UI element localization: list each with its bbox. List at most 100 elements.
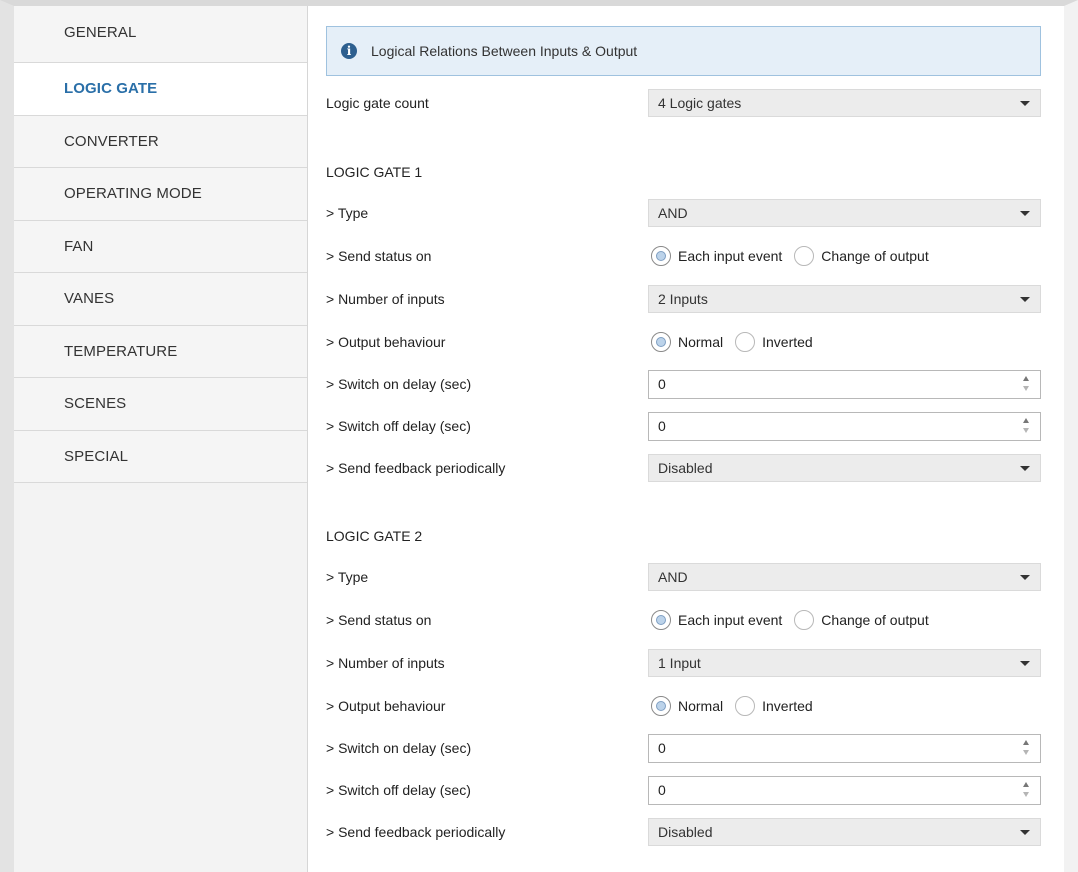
gate-1-feedback-select[interactable]: Disabled [648,454,1041,482]
gate-1-inputs-row: > Number of inputs 2 Inputs [326,284,1041,314]
gate-2-on-delay-label: > Switch on delay (sec) [326,740,472,756]
gate-2-radio-each-input-event[interactable] [651,610,671,630]
gate-1-send-status-row: > Send status on Each input event Change… [326,241,1041,271]
spin-up-icon[interactable] [1023,739,1029,745]
gate-2-radio-inverted[interactable] [735,696,756,716]
gate-1-feedback-value: Disabled [658,460,713,476]
spin-up-icon[interactable] [1023,417,1029,423]
chevron-down-icon [1020,661,1030,666]
gate-1-output-row: > Output behaviour Normal Inverted [326,327,1041,357]
gate-2-on-delay-value: 0 [658,740,666,756]
spin-up-icon[interactable] [1023,375,1029,381]
sidebar-item-converter[interactable]: CONVERTER [14,115,307,168]
gate-1-send-status-radio-group: Each input event Change of output [651,246,941,266]
spinner-arrows-icon[interactable] [1023,375,1031,394]
gate-2-header-row: LOGIC GATE 2 [326,521,1041,551]
chevron-down-icon [1020,211,1030,216]
sidebar-item-fan[interactable]: FAN [14,220,307,273]
gate-2-inputs-select[interactable]: 1 Input [648,649,1041,677]
gate-count-label: Logic gate count [326,95,429,111]
gate-2-output-row: > Output behaviour Normal Inverted [326,691,1041,721]
sidebar-item-logic-gate[interactable]: LOGIC GATE [14,63,307,116]
spin-down-icon[interactable] [1023,385,1029,391]
gate-1-radio-inverted[interactable] [735,332,756,352]
gate-2-type-row: > Type AND [326,562,1041,592]
gate-1-send-status-label: > Send status on [326,248,432,264]
gate-2-off-delay-input[interactable]: 0 [648,775,1041,805]
gate-1-off-delay-input[interactable]: 0 [648,411,1041,441]
spin-down-icon[interactable] [1023,427,1029,433]
gate-1-type-row: > Type AND [326,198,1041,228]
gate-1-radio-normal-label: Normal [678,334,724,350]
gate-1-feedback-label: > Send feedback periodically [326,460,506,476]
gate-2-radio-change-of-output-label: Change of output [821,612,929,628]
gate-count-value: 4 Logic gates [658,95,742,111]
gate-1-off-delay-label: > Switch off delay (sec) [326,418,471,434]
spinner-arrows-icon[interactable] [1023,781,1031,800]
gate-1-on-delay-label: > Switch on delay (sec) [326,376,472,392]
spin-down-icon[interactable] [1023,749,1029,755]
sidebar-item-scenes[interactable]: SCENES [14,378,307,431]
gate-1-feedback-row: > Send feedback periodically Disabled [326,453,1041,483]
sidebar-item-operating-mode[interactable]: OPERATING MODE [14,168,307,221]
gate-1-radio-normal[interactable] [651,332,671,352]
spin-down-icon[interactable] [1023,791,1029,797]
gate-1-radio-change-of-output[interactable] [794,246,815,266]
gate-1-type-label: > Type [326,205,369,221]
chevron-down-icon [1020,575,1030,580]
gate-2-off-delay-label: > Switch off delay (sec) [326,782,471,798]
gate-2-off-delay-value: 0 [658,782,666,798]
info-icon: i [341,43,357,59]
gate-2-on-delay-row: > Switch on delay (sec) 0 [326,733,1041,763]
gate-1-radio-change-of-output-label: Change of output [821,248,929,264]
gate-1-inputs-select[interactable]: 2 Inputs [648,285,1041,313]
sidebar: GENERAL LOGIC GATE CONVERTER OPERATING M… [14,6,308,872]
gate-1-radio-each-input-event[interactable] [651,246,671,266]
spin-up-icon[interactable] [1023,781,1029,787]
gate-2-radio-normal[interactable] [651,696,671,716]
gate-2-output-radio-group: Normal Inverted [651,696,825,716]
spinner-arrows-icon[interactable] [1023,739,1031,758]
gate-2-feedback-value: Disabled [658,824,713,840]
gate-count-select[interactable]: 4 Logic gates [648,89,1041,117]
chevron-down-icon [1020,297,1030,302]
gate-2-on-delay-input[interactable]: 0 [648,733,1041,763]
gate-2-inputs-label: > Number of inputs [326,655,445,671]
gate-2-radio-normal-label: Normal [678,698,724,714]
gate-1-radio-inverted-label: Inverted [762,334,813,350]
gate-1-type-value: AND [658,205,688,221]
gate-1-radio-each-input-event-label: Each input event [678,248,783,264]
chevron-down-icon [1020,101,1030,106]
gate-1-output-label: > Output behaviour [326,334,446,350]
gate-2-feedback-select[interactable]: Disabled [648,818,1041,846]
gate-1-header-row: LOGIC GATE 1 [326,157,1041,187]
gate-2-title: LOGIC GATE 2 [326,528,423,544]
sidebar-item-vanes[interactable]: VANES [14,273,307,326]
gate-2-type-select[interactable]: AND [648,563,1041,591]
gate-2-radio-inverted-label: Inverted [762,698,813,714]
chevron-down-icon [1020,830,1030,835]
gate-2-off-delay-row: > Switch off delay (sec) 0 [326,775,1041,805]
gate-1-off-delay-row: > Switch off delay (sec) 0 [326,411,1041,441]
spinner-arrows-icon[interactable] [1023,417,1031,436]
sidebar-item-temperature[interactable]: TEMPERATURE [14,325,307,378]
gate-2-type-label: > Type [326,569,369,585]
info-banner-text: Logical Relations Between Inputs & Outpu… [371,43,638,59]
sidebar-item-general[interactable]: GENERAL [14,6,307,63]
gate-1-type-select[interactable]: AND [648,199,1041,227]
gate-2-send-status-row: > Send status on Each input event Change… [326,605,1041,635]
gate-1-on-delay-value: 0 [658,376,666,392]
gate-1-on-delay-input[interactable]: 0 [648,369,1041,399]
gate-2-radio-each-input-event-label: Each input event [678,612,783,628]
chevron-down-icon [1020,466,1030,471]
sidebar-item-special[interactable]: SPECIAL [14,430,307,483]
info-banner: i Logical Relations Between Inputs & Out… [326,26,1041,76]
gate-1-off-delay-value: 0 [658,418,666,434]
gate-2-radio-change-of-output[interactable] [794,610,815,630]
gate-1-output-radio-group: Normal Inverted [651,332,825,352]
gate-2-type-value: AND [658,569,688,585]
gate-2-feedback-row: > Send feedback periodically Disabled [326,817,1041,847]
gate-1-on-delay-row: > Switch on delay (sec) 0 [326,369,1041,399]
gate-2-send-status-label: > Send status on [326,612,432,628]
gate-2-feedback-label: > Send feedback periodically [326,824,506,840]
